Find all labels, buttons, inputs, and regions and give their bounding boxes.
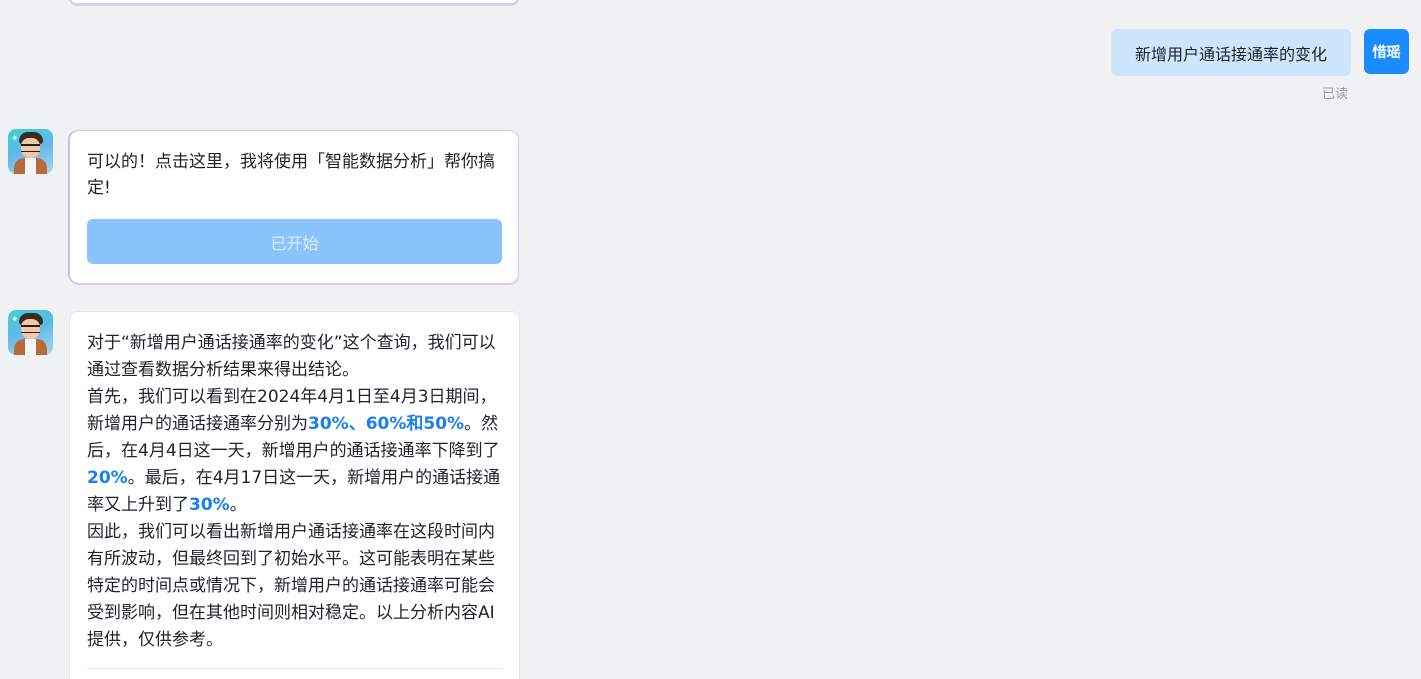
analysis-text-segment: 。最后，在4月17日这一天，新增用户的通话接通率又上升到了 — [87, 468, 501, 515]
analysis-paragraph: 首先，我们可以看到在2024年4月1日至4月3日期间，新增用户的通话接通率分别为… — [87, 384, 503, 519]
bot-analysis-card: 对于“新增用户通话接通率的变化”这个查询，我们可以通过查看数据分析结果来得出结论… — [69, 311, 520, 679]
analysis-text-segment: 。 — [229, 495, 247, 515]
highlight-value: 30%、60%和50% — [308, 414, 465, 434]
bot-message-text: 可以的！点击这里，我将使用「智能数据分析」帮你搞定! — [87, 152, 495, 198]
bot-message-card: 可以的！点击这里，我将使用「智能数据分析」帮你搞定! 已开始 — [70, 131, 518, 283]
analysis-text: 对于“新增用户通话接通率的变化”这个查询，我们可以通过查看数据分析结果来得出结论… — [87, 330, 503, 654]
start-analysis-button[interactable]: 已开始 — [87, 219, 502, 264]
previous-message-card — [69, 0, 519, 4]
analysis-paragraph: 对于“新增用户通话接通率的变化”这个查询，我们可以通过查看数据分析结果来得出结论… — [87, 333, 496, 380]
divider — [87, 668, 502, 669]
sparkle-icon: ✦ — [11, 134, 19, 144]
chat-area: 新增用户通话接通率的变化 惜瑶 已读 ✦ 可以的！点击这里，我将使用「智能数据分… — [0, 0, 1421, 679]
highlight-value: 20% — [87, 468, 128, 488]
highlight-value: 30% — [189, 495, 230, 515]
read-status: 已读 — [1322, 87, 1349, 102]
sparkle-icon: ✦ — [11, 315, 19, 325]
user-avatar[interactable]: 惜瑶 — [1364, 29, 1409, 74]
bot-avatar[interactable]: ✦ — [8, 310, 53, 355]
bot-avatar[interactable]: ✦ — [8, 129, 53, 174]
user-message-bubble: 新增用户通话接通率的变化 — [1111, 29, 1351, 76]
analysis-paragraph: 因此，我们可以看出新增用户通话接通率在这段时间内有所波动，但最终回到了初始水平。… — [87, 522, 495, 650]
